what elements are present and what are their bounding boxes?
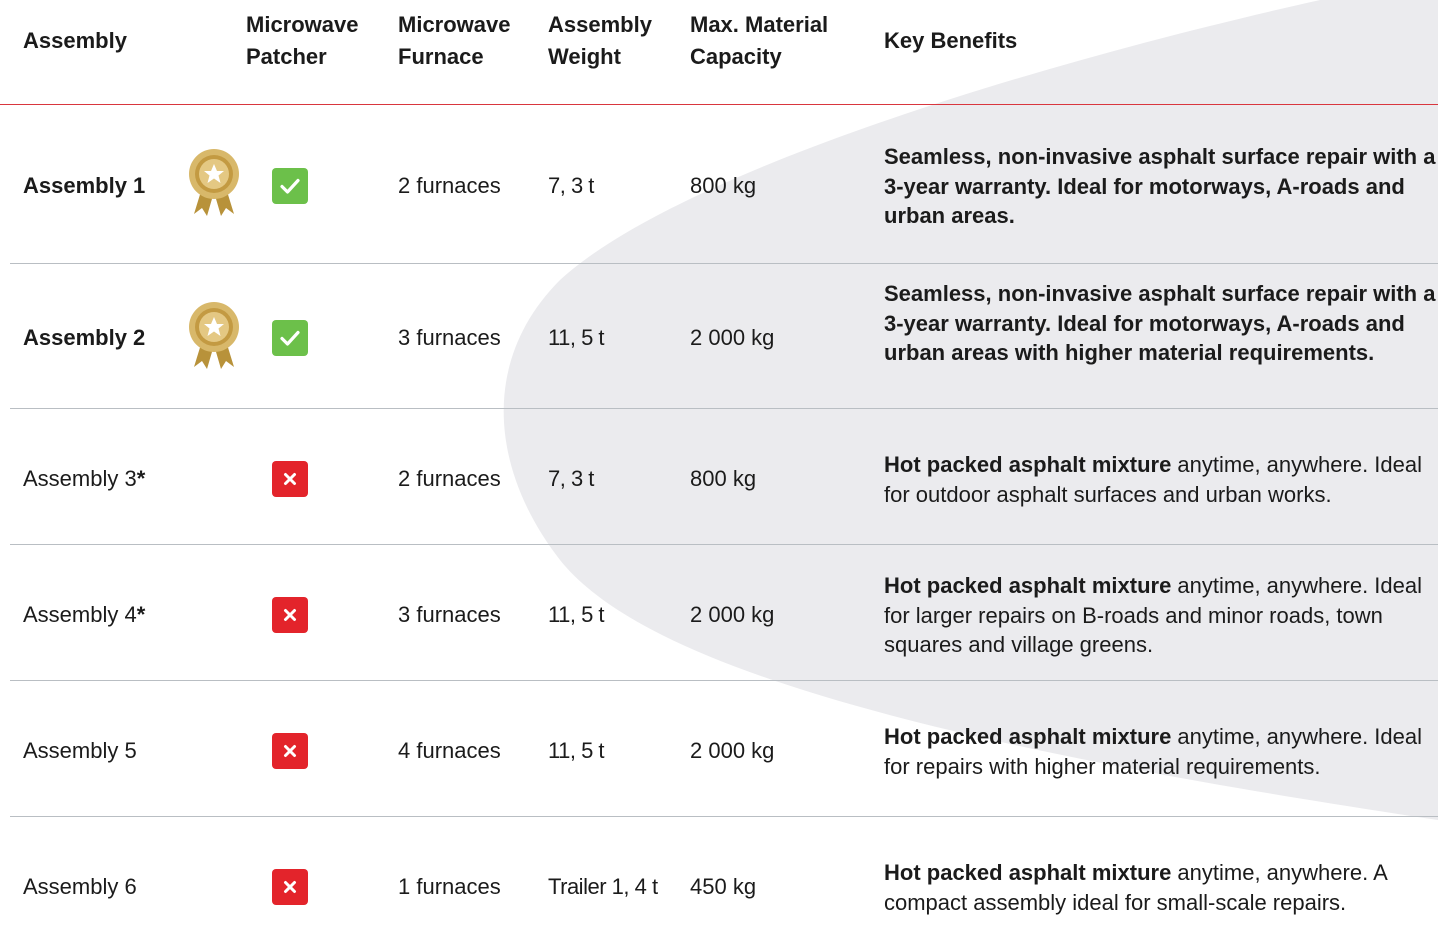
assembly-name-text: Assembly 4 xyxy=(23,602,137,627)
assembly-name: Assembly 1 xyxy=(23,173,146,198)
material-capacity: 2 000 kg xyxy=(690,738,775,763)
key-benefits: Seamless, non-invasive asphalt surface r… xyxy=(884,142,1438,231)
assembly-name: Assembly 3* xyxy=(23,464,145,494)
assembly-weight: 7, 3 t xyxy=(548,173,594,198)
table-row: Assembly 4* 3 furnaces 11, 5 t 2 000 kg … xyxy=(10,544,1438,681)
benefits-bold: Hot packed asphalt mixture xyxy=(884,860,1172,885)
table-row: Assembly 3* 2 furnaces 7, 3 t 800 kg Hot… xyxy=(10,408,1438,545)
material-capacity: 800 kg xyxy=(690,466,757,491)
table-row: Assembly 1 2 furnaces 7, 3 t 800 kg Seam… xyxy=(10,104,1438,264)
table-row: Assembly 5 4 furnaces 11, 5 t 2 000 kg H… xyxy=(10,680,1438,817)
benefits-bold: Hot packed asphalt mixture xyxy=(884,573,1172,598)
furnace-count: 2 furnaces xyxy=(398,466,501,491)
cross-icon xyxy=(272,869,308,905)
key-benefits: Hot packed asphalt mixture anytime, anyw… xyxy=(884,571,1438,660)
key-benefits: Seamless, non-invasive asphalt surface r… xyxy=(884,279,1438,368)
table-header: Assembly Microwave Patcher Microwave Fur… xyxy=(0,0,1438,105)
assembly-weight: Trailer 1, 4 t xyxy=(548,874,658,899)
header-assembly: Assembly xyxy=(23,28,127,53)
header-microwave-patcher: Microwave Patcher xyxy=(246,12,359,69)
check-icon xyxy=(272,168,308,204)
key-benefits: Hot packed asphalt mixture anytime, anyw… xyxy=(884,722,1438,781)
furnace-count: 2 furnaces xyxy=(398,173,501,198)
award-medal-icon xyxy=(189,302,239,369)
furnace-count: 1 furnaces xyxy=(398,874,501,899)
furnace-count: 4 furnaces xyxy=(398,738,501,763)
benefits-bold: Seamless, non-invasive asphalt surface r… xyxy=(884,144,1436,228)
material-capacity: 2 000 kg xyxy=(690,325,775,350)
check-icon xyxy=(272,320,308,356)
header-max-material-capacity: Max. Material Capacity xyxy=(690,12,829,69)
header-assembly-weight: Assembly Weight xyxy=(548,12,652,69)
assembly-name: Assembly 6 xyxy=(23,874,137,899)
header-microwave-furnace: Microwave Furnace xyxy=(398,12,511,69)
footnote-asterisk: * xyxy=(136,466,146,491)
table-row: Assembly 6 1 furnaces Trailer 1, 4 t 450… xyxy=(10,816,1438,948)
material-capacity: 2 000 kg xyxy=(690,602,775,627)
furnace-count: 3 furnaces xyxy=(398,325,501,350)
assembly-weight: 11, 5 t xyxy=(548,325,605,350)
key-benefits: Hot packed asphalt mixture anytime, anyw… xyxy=(884,858,1438,917)
table-row: Assembly 2 3 furnaces 11, 5 t 2 000 kg S… xyxy=(10,263,1438,409)
assembly-name: Assembly 2 xyxy=(23,325,146,350)
cross-icon xyxy=(272,733,308,769)
benefits-bold: Seamless, non-invasive asphalt surface r… xyxy=(884,281,1436,365)
award-medal-icon xyxy=(189,149,239,216)
cross-icon xyxy=(272,597,308,633)
assembly-weight: 11, 5 t xyxy=(548,602,605,627)
furnace-count: 3 furnaces xyxy=(398,602,501,627)
benefits-bold: Hot packed asphalt mixture xyxy=(884,724,1172,749)
assembly-name: Assembly 4* xyxy=(23,600,145,630)
material-capacity: 800 kg xyxy=(690,173,757,198)
assembly-name: Assembly 5 xyxy=(23,738,137,763)
assembly-name-text: Assembly 3 xyxy=(23,466,137,491)
assembly-weight: 7, 3 t xyxy=(548,466,594,491)
header-key-benefits: Key Benefits xyxy=(884,28,1018,53)
benefits-bold: Hot packed asphalt mixture xyxy=(884,452,1172,477)
key-benefits: Hot packed asphalt mixture anytime, anyw… xyxy=(884,450,1438,509)
cross-icon xyxy=(272,461,308,497)
assembly-comparison-table: Assembly Microwave Patcher Microwave Fur… xyxy=(0,0,1438,948)
material-capacity: 450 kg xyxy=(690,874,757,899)
footnote-asterisk: * xyxy=(136,602,146,627)
assembly-weight: 11, 5 t xyxy=(548,738,605,763)
